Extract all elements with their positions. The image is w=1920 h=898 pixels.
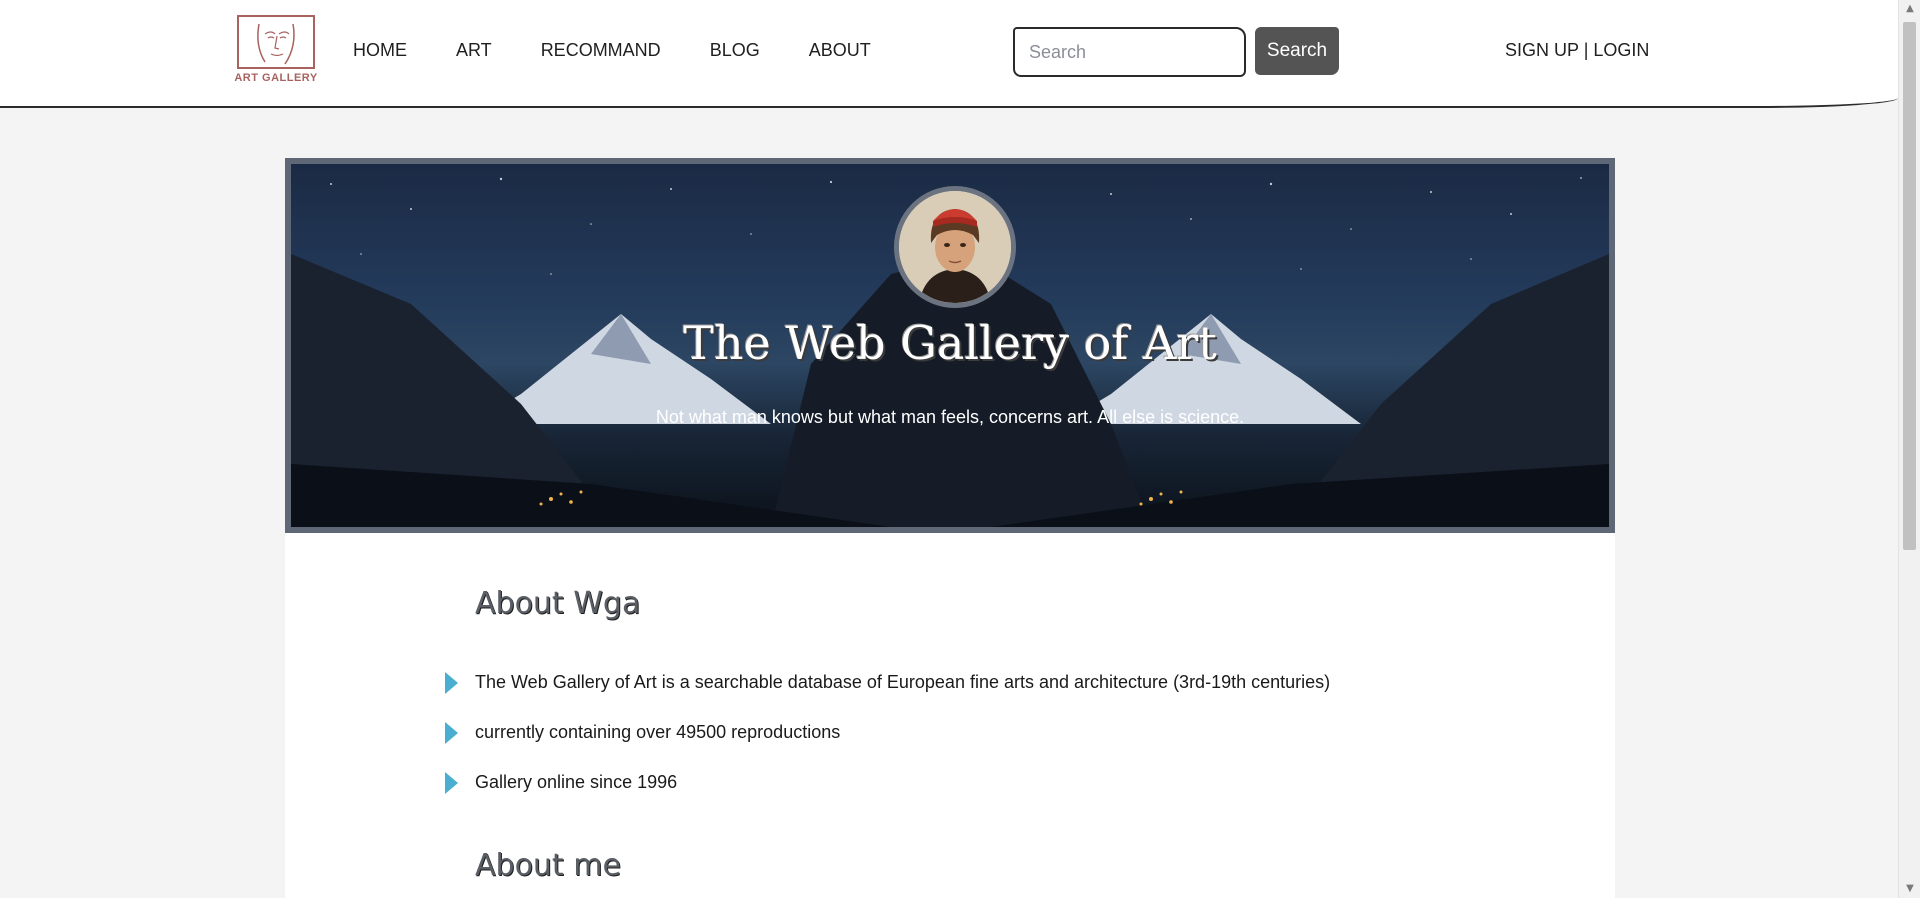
nav-art[interactable]: ART: [456, 40, 492, 61]
logo-text: ART GALLERY: [234, 72, 318, 84]
nav-recommand[interactable]: RECOMMAND: [541, 40, 661, 61]
auth-links: SIGN UP | LOGIN: [1505, 40, 1649, 61]
main-nav: HOME ART RECOMMAND BLOG ABOUT: [353, 40, 920, 61]
logo-face-icon: [237, 15, 315, 69]
nav-blog[interactable]: BLOG: [710, 40, 760, 61]
hero-title: The Web Gallery of Art: [683, 316, 1217, 370]
scroll-down-icon[interactable]: ▼: [1899, 880, 1920, 898]
search-button[interactable]: Search: [1255, 27, 1339, 75]
about-wga-title: About Wga: [475, 586, 641, 621]
scroll-thumb[interactable]: [1903, 22, 1916, 550]
vertical-scrollbar[interactable]: ▲ ▼: [1898, 0, 1920, 898]
list-item: Gallery online since 1996: [445, 768, 1330, 818]
list-item: The Web Gallery of Art is a searchable d…: [445, 668, 1330, 718]
about-me-title: About me: [475, 848, 621, 883]
avatar: [894, 186, 1016, 308]
hero-banner: The Web Gallery of Art Not what man know…: [285, 158, 1615, 533]
signup-link[interactable]: SIGN UP: [1505, 40, 1579, 60]
about-wga-list: The Web Gallery of Art is a searchable d…: [445, 668, 1330, 818]
bullet-arrow-icon: [445, 672, 458, 694]
login-link[interactable]: LOGIN: [1593, 40, 1649, 60]
nav-about[interactable]: ABOUT: [809, 40, 871, 61]
site-logo[interactable]: ART GALLERY: [230, 14, 322, 88]
list-item-text: currently containing over 49500 reproduc…: [475, 722, 841, 742]
hero-subtitle: Not what man knows but what man feels, c…: [655, 407, 1245, 427]
search-input[interactable]: [1013, 27, 1246, 77]
scroll-up-icon[interactable]: ▲: [1899, 0, 1920, 18]
list-item: currently containing over 49500 reproduc…: [445, 718, 1330, 768]
list-item-text: The Web Gallery of Art is a searchable d…: [475, 672, 1331, 692]
auth-separator: |: [1583, 40, 1589, 60]
portrait-icon: [899, 191, 1011, 303]
nav-home[interactable]: HOME: [353, 40, 407, 61]
site-header: ART GALLERY HOME ART RECOMMAND BLOG ABOU…: [0, 0, 1898, 108]
bullet-arrow-icon: [445, 722, 458, 744]
list-item-text: Gallery online since 1996: [475, 772, 678, 792]
content-card: The Web Gallery of Art Not what man know…: [285, 158, 1615, 898]
bullet-arrow-icon: [445, 772, 458, 794]
